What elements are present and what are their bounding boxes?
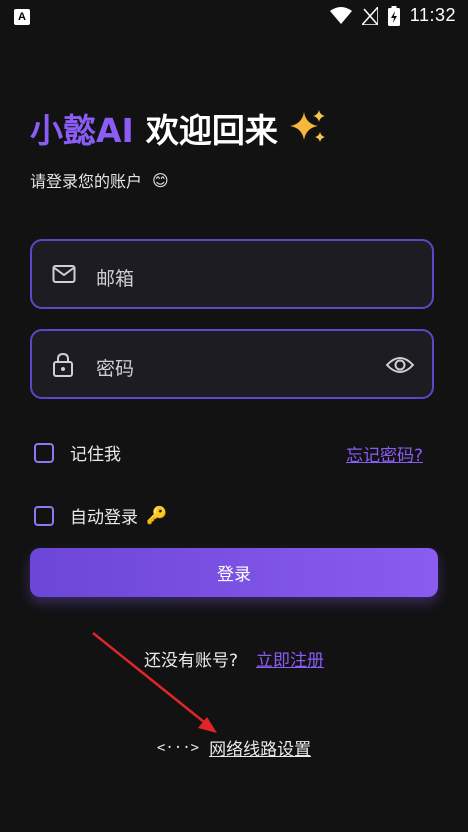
status-bar: A 11:32 <box>0 0 468 34</box>
forgot-password-link[interactable]: 忘记密码? <box>346 441 423 466</box>
remember-me-label: 记住我 <box>70 445 121 465</box>
remember-me-checkbox[interactable] <box>34 442 54 463</box>
remember-me-row[interactable]: 记住我 <box>34 440 121 465</box>
auto-login-label: 自动登录 <box>70 508 138 528</box>
lock-icon <box>53 353 73 377</box>
password-field[interactable]: 密码 <box>30 329 434 399</box>
page-title: 小懿AI 欢迎回来 <box>30 104 328 152</box>
no-signal-icon <box>361 6 378 25</box>
network-settings-link[interactable]: 网络线路设置 <box>209 735 311 760</box>
eye-icon[interactable] <box>386 355 414 375</box>
key-icon: 🔑 <box>146 505 168 526</box>
register-row: 还没有账号? 立即注册 <box>0 646 468 671</box>
wifi-icon <box>329 6 352 24</box>
brand-name: 小懿AI <box>30 111 134 150</box>
password-placeholder: 密码 <box>96 358 135 380</box>
email-placeholder: 邮箱 <box>96 268 135 290</box>
battery-charging-icon <box>387 5 400 26</box>
subtitle-text: 请登录您的账户 <box>30 172 143 191</box>
login-button[interactable]: 登录 <box>30 548 438 597</box>
welcome-text: 欢迎回来 <box>145 111 278 150</box>
code-brackets-icon: <···> <box>156 739 200 756</box>
mail-icon <box>52 265 76 283</box>
app-notification-icon: A <box>14 9 30 25</box>
auto-login-row[interactable]: 自动登录 🔑 <box>34 503 167 528</box>
no-account-text: 还没有账号? <box>143 651 239 671</box>
email-field[interactable]: 邮箱 <box>30 239 434 309</box>
register-link[interactable]: 立即注册 <box>256 646 324 671</box>
smile-emoji-icon: 😊 <box>152 170 169 190</box>
clock: 11:32 <box>409 5 456 25</box>
sparkles-icon <box>289 110 325 142</box>
auto-login-label-group: 自动登录 🔑 <box>70 503 168 529</box>
auto-login-checkbox[interactable] <box>34 505 54 526</box>
subtitle: 请登录您的账户 😊 <box>30 168 169 192</box>
network-settings-row[interactable]: <···> 网络线路设置 <box>0 735 468 761</box>
status-icons: 11:32 <box>329 5 456 26</box>
